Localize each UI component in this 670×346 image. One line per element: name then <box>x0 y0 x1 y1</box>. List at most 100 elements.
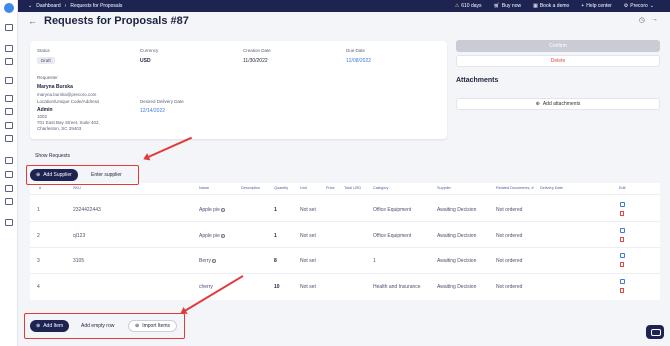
row-name[interactable]: Berry i <box>199 258 216 264</box>
row-quantity: 10 <box>274 284 280 290</box>
back-arrow-icon[interactable]: ← <box>28 16 37 26</box>
row-name-text: Apple pie <box>199 233 220 239</box>
creation-date-label: Creation Date <box>243 48 271 53</box>
proposal-icon[interactable] <box>5 77 13 84</box>
row-name-text: Berry <box>199 258 211 264</box>
currency-value: USD <box>140 58 151 64</box>
edit-icon[interactable] <box>620 228 625 233</box>
rfp-info-card: Status Draft Currency USD Creation Date … <box>30 41 447 139</box>
trash-icon[interactable] <box>620 288 624 293</box>
col-header-price: Price <box>326 186 335 190</box>
annotation-highlight-box <box>26 165 139 185</box>
show-requests-link[interactable]: Show Requests <box>35 153 70 159</box>
breadcrumb-separator: › <box>64 3 67 9</box>
add-attachments-button[interactable]: ⊕ Add attachments <box>456 98 660 110</box>
row-supplier: Awaiting Decision <box>437 258 477 264</box>
info-icon[interactable]: i <box>211 258 216 263</box>
requester-label: Requester <box>37 75 58 80</box>
delete-button[interactable]: Delete <box>456 55 660 67</box>
edit-icon[interactable] <box>620 279 625 284</box>
home-icon[interactable] <box>5 24 13 31</box>
col-header-total: Total USD <box>344 186 362 190</box>
due-date-value[interactable]: 12/08/2022 <box>346 58 371 64</box>
currency-label: Currency <box>140 48 159 53</box>
user-menu[interactable]: ⚙ Precoro ⌄ <box>624 3 654 9</box>
trash-icon[interactable] <box>620 262 624 267</box>
buy-now-label: Buy now <box>501 3 522 9</box>
col-header-delivery: Delivery Date <box>540 186 563 190</box>
row-number: 4 <box>37 284 40 290</box>
trash-icon[interactable] <box>620 237 624 242</box>
row-sku: 3105 <box>73 258 85 264</box>
help-center-label: Help center <box>586 3 612 9</box>
breadcrumb: ⌄ Dashboard › Requests for Proposals <box>28 3 122 9</box>
catalog-icon[interactable] <box>5 157 13 164</box>
calendar-icon: ▦ <box>533 3 538 9</box>
user-name: Precoro <box>630 3 648 9</box>
top-navigation-bar: ⌄ Dashboard › Requests for Proposals ⚠ 61… <box>0 0 670 12</box>
info-icon[interactable]: i <box>220 233 225 238</box>
location-address-line2: Charleston, SC 29403 <box>37 126 82 131</box>
help-center-link[interactable]: + Help center <box>581 3 612 9</box>
row-sku: 2324422443 <box>73 207 101 213</box>
analytics-icon[interactable] <box>5 185 13 192</box>
trial-days[interactable]: ⚠ 610 days <box>455 3 482 9</box>
confirm-button[interactable]: Confirm <box>456 40 660 52</box>
warehouse-icon[interactable] <box>5 135 13 142</box>
invoice-icon[interactable] <box>5 95 13 102</box>
delivery-date-value[interactable]: 12/14/2022 <box>140 108 165 114</box>
requester-email: maryna.burska@precoro.com <box>37 92 97 97</box>
row-name-text: Apple pie <box>199 207 220 213</box>
col-header-edit: Edit <box>619 186 626 190</box>
cart-icon[interactable] <box>5 45 13 52</box>
supplier-icon[interactable] <box>5 171 13 178</box>
history-icon[interactable]: ◷ <box>639 16 645 24</box>
row-related: Not ordered <box>496 258 523 264</box>
row-related: Not ordered <box>496 233 523 239</box>
document-icon[interactable] <box>5 58 13 65</box>
breadcrumb-current: Requests for Proposals <box>70 3 123 9</box>
precoro-logo-icon[interactable] <box>4 3 14 13</box>
budget-icon[interactable] <box>5 198 13 205</box>
row-supplier: Awaiting Decision <box>437 233 477 239</box>
attachments-title: Attachments <box>456 77 499 84</box>
row-number: 1 <box>37 207 40 213</box>
requester-name: Maryna Burska <box>37 84 73 90</box>
trial-days-label: 610 days <box>461 3 482 9</box>
row-name[interactable]: Apple pie i <box>199 233 225 239</box>
receipt-icon[interactable] <box>5 108 13 115</box>
location-code: 1002 <box>37 114 48 119</box>
row-divider <box>30 247 660 248</box>
creation-date-value: 11/30/2022 <box>243 58 268 64</box>
settings-icon[interactable] <box>5 219 13 226</box>
header-actions: ◷ → <box>639 16 658 24</box>
col-header-description: Description <box>241 186 260 190</box>
expense-icon[interactable] <box>5 122 13 129</box>
chevron-down-icon[interactable]: ⌄ <box>28 3 32 9</box>
row-name[interactable]: cherry <box>199 284 213 290</box>
row-number: 2 <box>37 233 40 239</box>
book-demo-link[interactable]: ▦ Book a demo <box>533 3 569 9</box>
next-arrow-icon[interactable]: → <box>651 16 658 24</box>
row-quantity: 1 <box>274 207 277 213</box>
row-number: 3 <box>37 258 40 264</box>
chat-support-icon[interactable] <box>646 325 664 339</box>
edit-icon[interactable] <box>620 202 625 207</box>
col-header-quantity: Quantity <box>274 186 289 190</box>
buy-now-link[interactable]: 🛒︎ Buy now <box>494 3 522 9</box>
trash-icon[interactable] <box>620 211 624 216</box>
due-date-label: Due Date <box>346 48 366 53</box>
plus-icon: + <box>581 3 585 9</box>
add-attachments-label: Add attachments <box>542 101 581 107</box>
row-name[interactable]: Apple pie i <box>199 207 225 213</box>
row-sku: ql123 <box>73 233 86 239</box>
row-unit: Not set <box>300 258 316 264</box>
row-divider <box>30 194 660 195</box>
breadcrumb-dashboard[interactable]: Dashboard <box>36 3 60 9</box>
annotation-highlight-box <box>24 313 185 339</box>
row-supplier: Awaiting Decision <box>437 207 477 213</box>
info-icon[interactable]: i <box>220 207 225 212</box>
items-table <box>30 183 660 300</box>
edit-icon[interactable] <box>620 253 625 258</box>
row-category: 1 <box>373 258 376 264</box>
